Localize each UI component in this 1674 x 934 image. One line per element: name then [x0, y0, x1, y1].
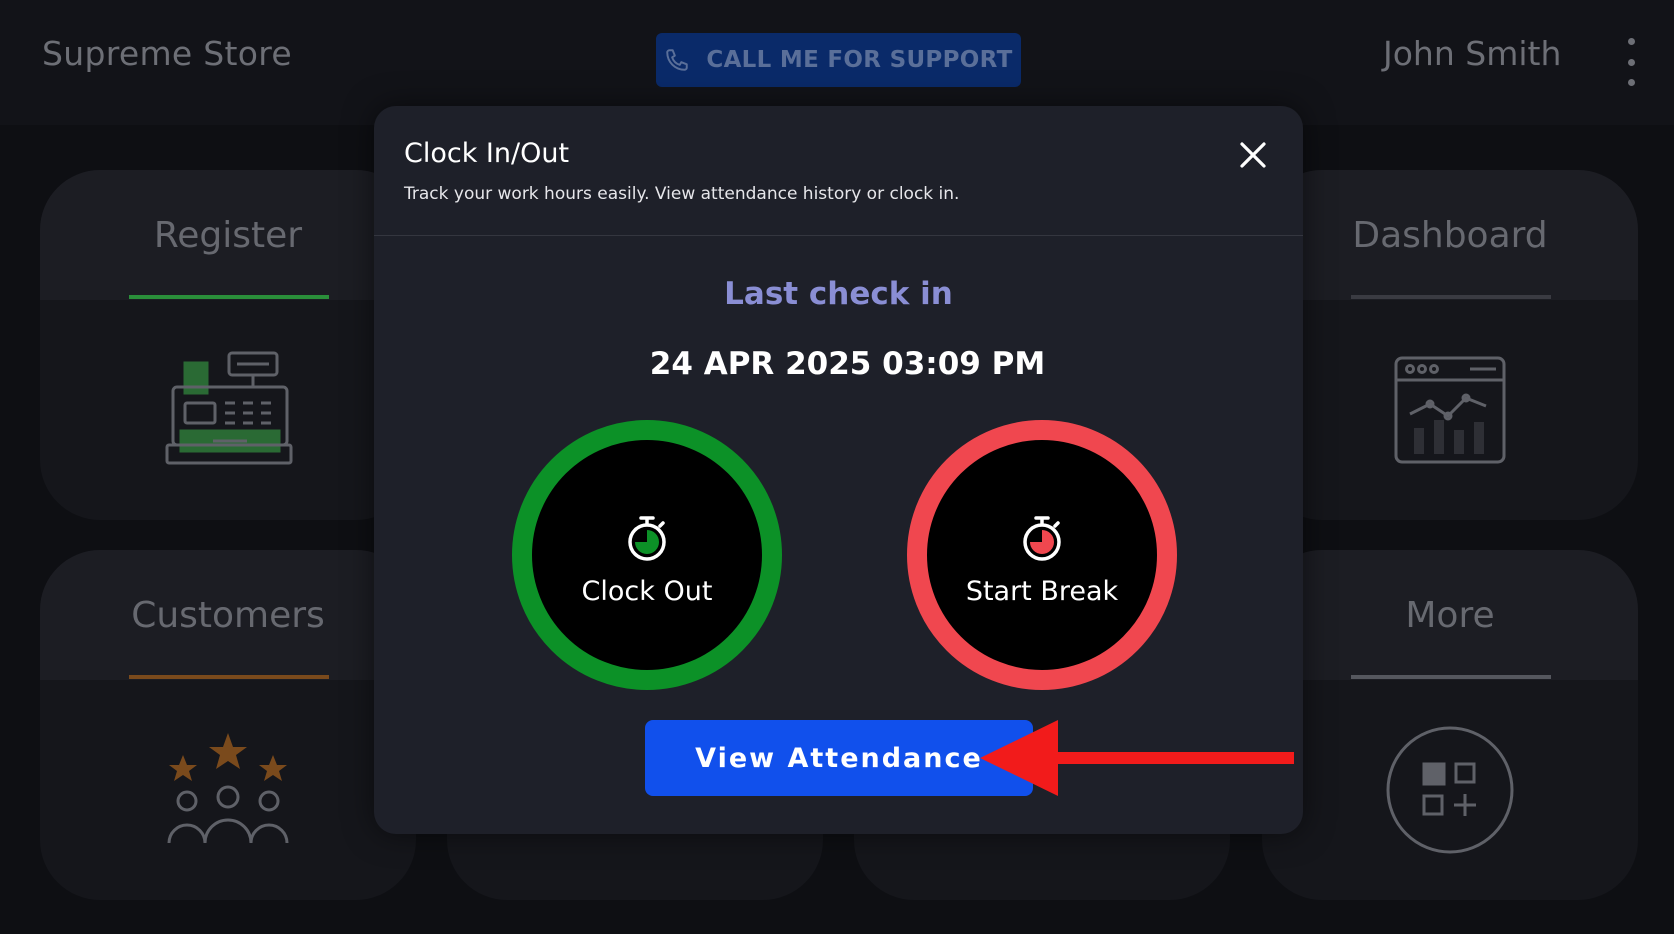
apps-add-icon — [1262, 690, 1638, 890]
user-name[interactable]: John Smith — [1383, 34, 1561, 73]
more-underline — [1351, 675, 1551, 679]
modal-title: Clock In/Out — [404, 138, 570, 169]
clock-out-label: Clock Out — [581, 575, 713, 607]
stopwatch-icon — [1023, 515, 1061, 561]
customers-tile-label: Customers — [40, 550, 416, 680]
last-check-in-label: Last check in — [724, 276, 953, 312]
store-name: Supreme Store — [42, 34, 293, 73]
phone-icon — [666, 49, 689, 71]
start-break-label: Start Break — [965, 575, 1119, 607]
more-tile-label: More — [1262, 550, 1638, 680]
call-support-button[interactable]: CALL ME FOR SUPPORT — [656, 33, 1021, 87]
customers-underline — [129, 675, 329, 679]
analytics-window-icon — [1262, 310, 1638, 510]
cash-register-icon — [40, 310, 416, 510]
view-attendance-button[interactable]: View Attendance — [645, 720, 1033, 796]
customer-rating-icon — [40, 690, 416, 890]
pointer-arrow-icon — [980, 720, 1294, 796]
last-check-in-value: 24 APR 2025 03:09 PM — [649, 346, 1046, 382]
call-support-label: CALL ME FOR SUPPORT — [706, 47, 1013, 73]
register-tile[interactable]: Register — [40, 170, 416, 520]
start-break-button[interactable]: Start Break — [907, 420, 1177, 690]
kebab-menu-icon[interactable] — [1620, 38, 1642, 86]
customers-tile[interactable]: Customers — [40, 550, 416, 900]
modal-subtitle: Track your work hours easily. View atten… — [404, 184, 960, 204]
register-tile-label: Register — [40, 170, 416, 300]
more-tile[interactable]: More — [1262, 550, 1638, 900]
modal-header: Clock In/Out Track your work hours easil… — [374, 106, 1303, 236]
clock-out-button[interactable]: Clock Out — [512, 420, 782, 690]
dashboard-tile[interactable]: Dashboard — [1262, 170, 1638, 520]
register-underline — [129, 295, 329, 299]
stopwatch-icon — [628, 515, 666, 561]
close-icon[interactable] — [1238, 140, 1268, 170]
dashboard-underline — [1351, 295, 1551, 299]
dashboard-tile-label: Dashboard — [1262, 170, 1638, 300]
